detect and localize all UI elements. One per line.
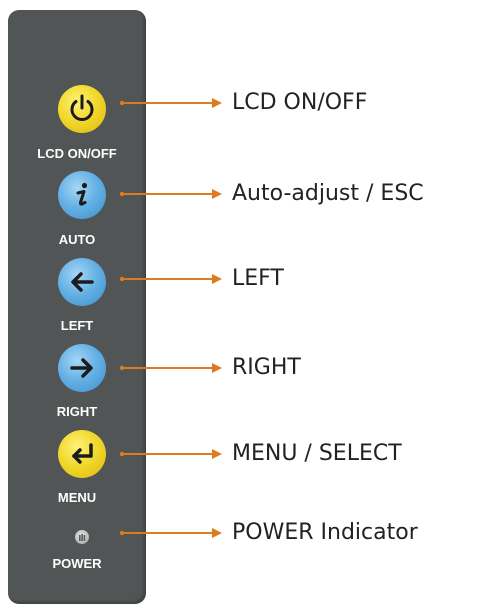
callout-power-indicator: POWER Indicator [232,520,418,545]
arrow-power-indicator [119,528,222,538]
callout-lcd-onoff: LCD ON/OFF [232,90,368,115]
callout-right: RIGHT [232,355,301,380]
callout-menu-select: MENU / SELECT [232,441,402,466]
arrow-auto-adjust [119,189,222,199]
callout-auto-adjust-esc: Auto-adjust / ESC [232,181,424,206]
arrow-menu-select [119,449,222,459]
arrow-lcd-onoff [119,98,222,108]
arrow-left [119,274,222,284]
arrow-right [119,363,222,373]
callout-left: LEFT [232,266,284,291]
